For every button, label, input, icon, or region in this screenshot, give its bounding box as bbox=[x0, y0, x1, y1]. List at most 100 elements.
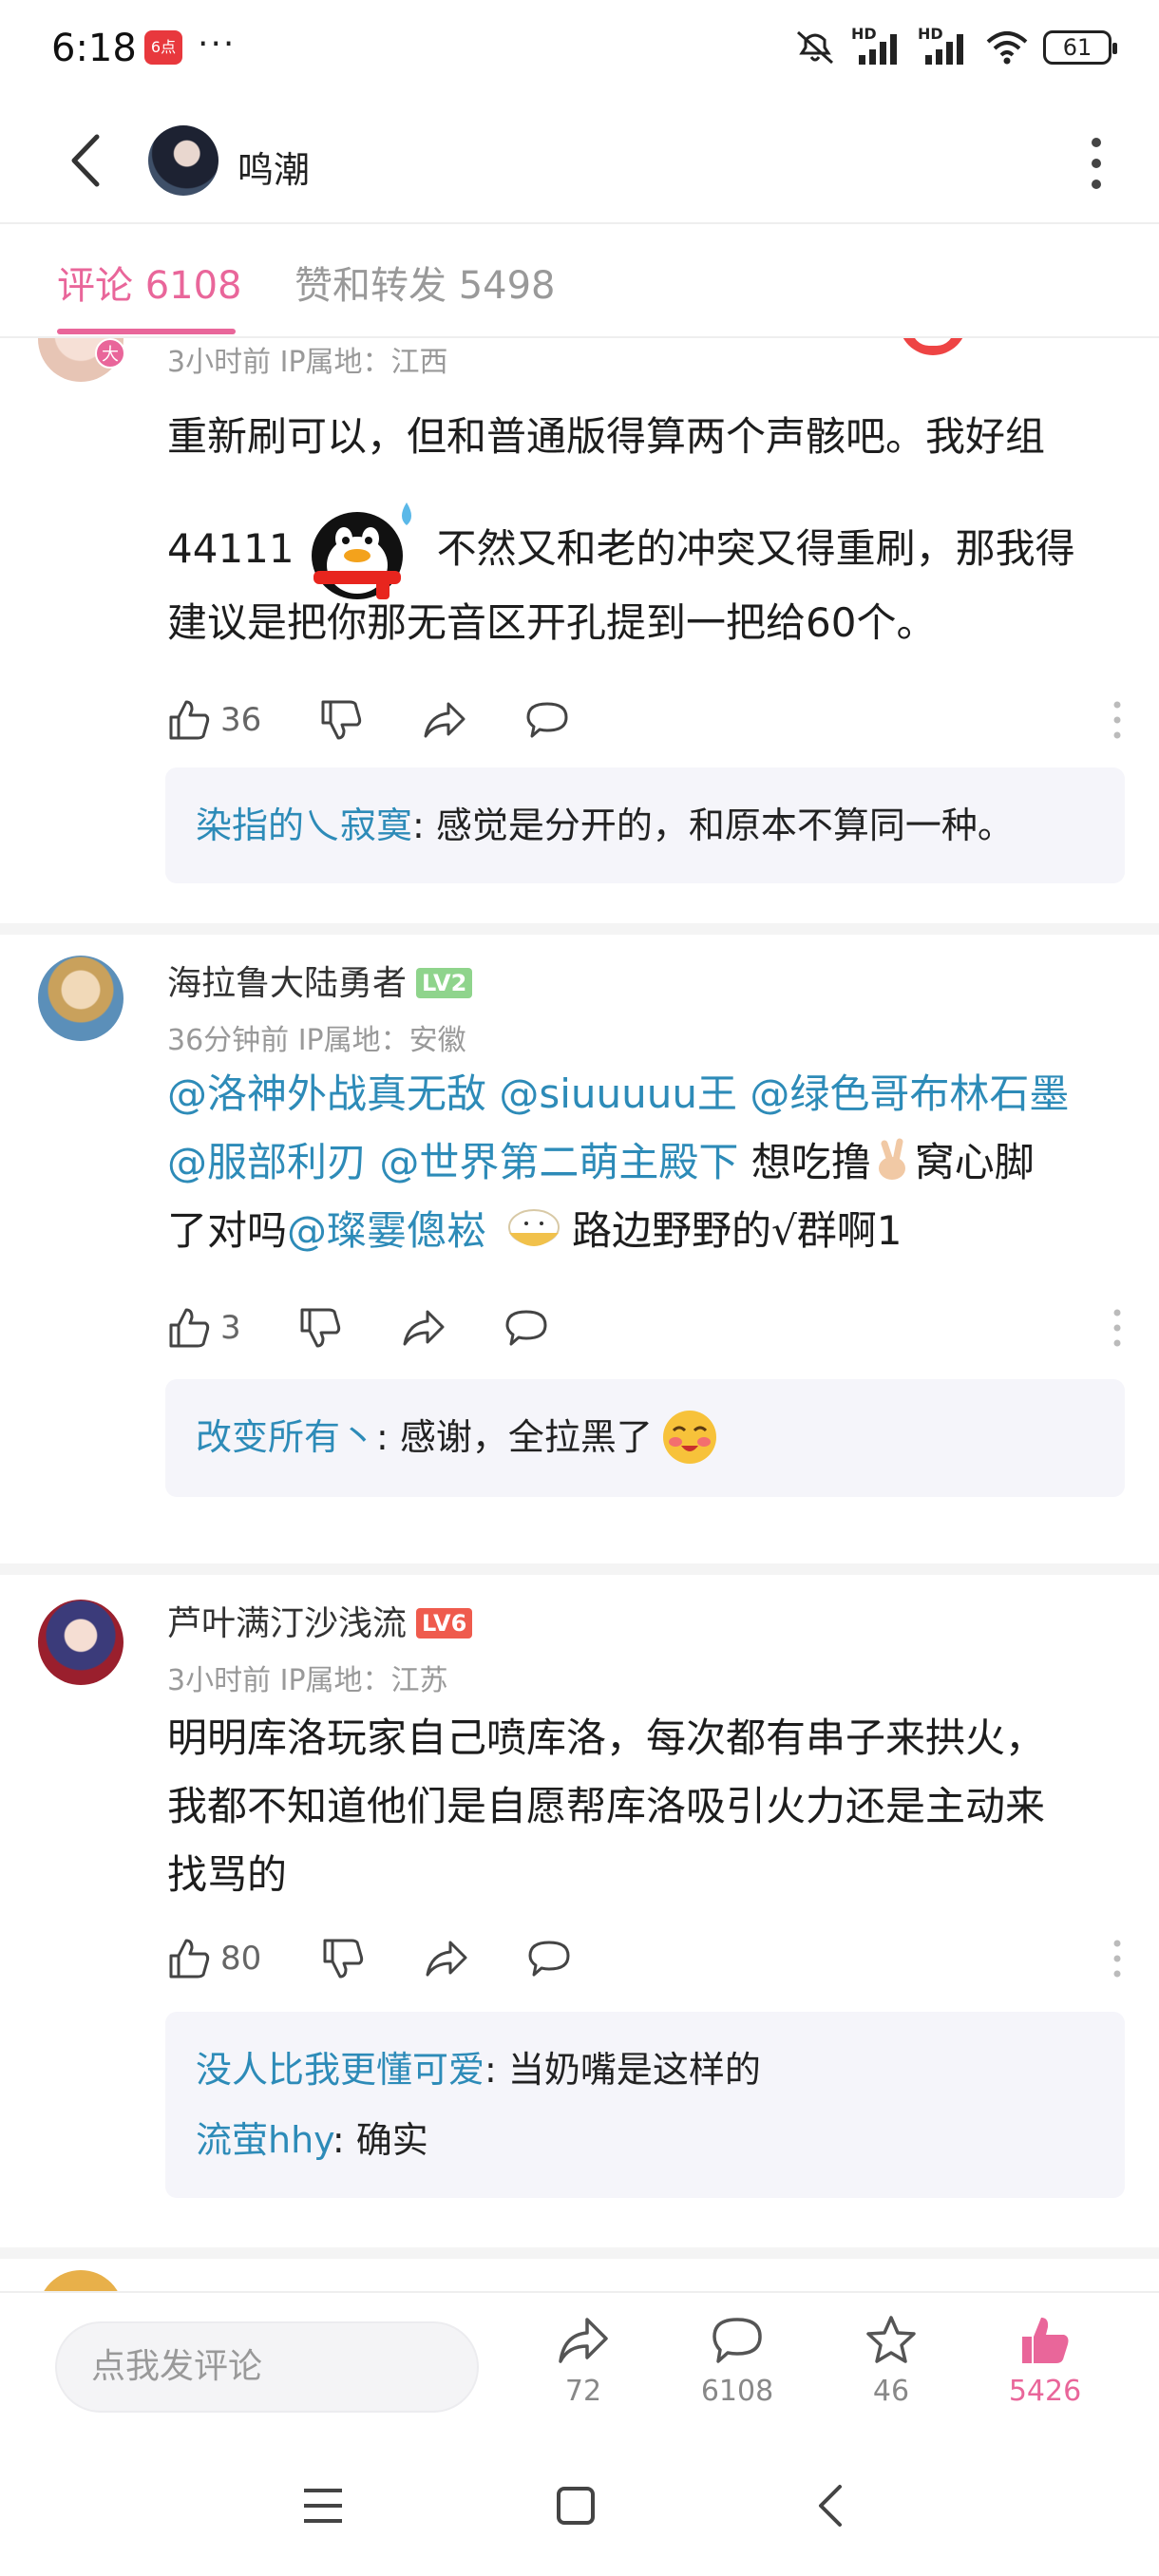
reply-button[interactable] bbox=[524, 691, 570, 748]
reply-button[interactable] bbox=[504, 1299, 549, 1356]
author-avatar[interactable] bbox=[148, 125, 218, 196]
dislike-button[interactable] bbox=[319, 691, 363, 748]
thumbs-up-icon bbox=[169, 700, 210, 740]
share-button[interactable] bbox=[422, 691, 467, 748]
bottom-action-bar: 点我发评论 72 6108 46 5426 bbox=[0, 2291, 1159, 2439]
share-count: 72 bbox=[564, 2375, 602, 2408]
star-icon bbox=[866, 2316, 916, 2363]
favorite-button[interactable]: 46 bbox=[834, 2314, 948, 2408]
back-arrow-icon[interactable] bbox=[59, 127, 116, 194]
comment-actions: 36 bbox=[167, 691, 1127, 748]
reply-item: 流萤hhy: 确实 bbox=[196, 2105, 1094, 2175]
chat-bubble-icon bbox=[526, 702, 568, 738]
like-button[interactable]: 3 bbox=[167, 1299, 241, 1356]
comment-divider bbox=[0, 2247, 1159, 2259]
reply-author[interactable]: 改变所有丶 bbox=[196, 1402, 376, 1472]
comment-actions: 3 bbox=[167, 1299, 1127, 1356]
thumbs-up-icon bbox=[169, 1308, 210, 1348]
comment-meta: 3小时前 IP属地：江西 bbox=[167, 346, 448, 379]
comment-item: 芦叶满汀沙浅流 LV6 3小时前 IP属地：江苏 明明库洛玩家自己喷库洛，每次都有… bbox=[0, 1575, 1159, 2259]
thumbs-up-filled-icon bbox=[1022, 2318, 1069, 2363]
reply-text: : 当奶嘴是这样的 bbox=[484, 2049, 761, 2091]
favorite-count: 46 bbox=[872, 2375, 910, 2408]
comment-text: 明明库洛玩家自己喷库洛，每次都有串子来拱火， 我都不知道他们是自愿帮库洛吸引火力… bbox=[167, 1714, 1046, 1898]
mention-link[interactable]: @服部利刃 bbox=[167, 1139, 367, 1185]
like-button[interactable]: 5426 bbox=[988, 2314, 1102, 2408]
commenter-name[interactable]: 海拉鲁大陆勇者 LV2 bbox=[167, 956, 473, 1005]
mention-link[interactable]: @绿色哥布林石墨 bbox=[750, 1070, 1069, 1117]
more-vertical-icon[interactable] bbox=[1077, 133, 1115, 194]
like-count: 80 bbox=[220, 1940, 262, 1978]
comment-divider bbox=[0, 1563, 1159, 1575]
reply-item: 没人比我更懂可爱: 当奶嘴是这样的 bbox=[196, 2035, 1094, 2105]
mention-link[interactable]: @siuuuuu王 bbox=[499, 1070, 737, 1117]
reply-preview[interactable]: 染指的乀寂寞: 感觉是分开的，和原本不算同一种。 bbox=[165, 767, 1125, 883]
mention-link[interactable]: @世界第二萌主殿下 bbox=[379, 1139, 738, 1185]
signal-icon-1: HD bbox=[851, 25, 904, 66]
comment-meta: 3小时前 IP属地：江苏 bbox=[167, 1664, 448, 1697]
dislike-button[interactable] bbox=[298, 1299, 342, 1356]
comment-item: 大 3小时前 IP属地：江西 重新刷可以，但和普通版得算两个声骸吧。我好组 44… bbox=[0, 338, 1159, 927]
system-nav-bar bbox=[0, 2439, 1159, 2576]
reply-author[interactable]: 没人比我更懂可爱 bbox=[196, 2049, 484, 2091]
share-button[interactable] bbox=[424, 1930, 469, 1987]
comment-count: 6108 bbox=[700, 2375, 774, 2408]
mention-link[interactable]: @洛神外战真无敌 bbox=[167, 1070, 486, 1117]
reply-text: : 确实 bbox=[332, 2119, 428, 2161]
top-header: 鸣潮 bbox=[0, 99, 1159, 224]
victory-hand-emoji-icon bbox=[871, 1134, 915, 1180]
reply-text: : 感谢，全拉黑了 bbox=[376, 1416, 653, 1458]
comment-more-icon[interactable] bbox=[1108, 1307, 1127, 1349]
reply-author[interactable]: 流萤hhy bbox=[196, 2119, 332, 2161]
next-commenter-avatar[interactable] bbox=[38, 2270, 124, 2291]
comment-more-icon[interactable] bbox=[1108, 1938, 1127, 1979]
wifi-icon bbox=[986, 31, 1028, 65]
mute-icon bbox=[797, 30, 833, 65]
signal-icon-2: HD bbox=[918, 25, 971, 66]
thumbs-down-icon bbox=[300, 1308, 341, 1348]
tab-comments[interactable]: 评论 6108 bbox=[57, 255, 242, 310]
recent-apps-icon[interactable] bbox=[294, 2477, 352, 2534]
like-count: 3 bbox=[220, 1309, 241, 1347]
share-button[interactable] bbox=[401, 1299, 446, 1356]
status-time: 6:18 bbox=[51, 27, 137, 70]
like-button[interactable]: 80 bbox=[167, 1930, 261, 1987]
level-badge: LV2 bbox=[416, 968, 473, 998]
tab-bar: 评论 6108 赞和转发 5498 bbox=[0, 226, 1159, 338]
vip-badge-icon: 大 bbox=[95, 338, 125, 369]
rice-bowl-emoji-icon bbox=[508, 1209, 560, 1246]
reply-preview[interactable]: 改变所有丶: 感谢，全拉黑了 bbox=[165, 1379, 1125, 1497]
share-arrow-icon bbox=[424, 702, 466, 738]
reply-button[interactable] bbox=[526, 1930, 572, 1987]
commenter-name[interactable]: 芦叶满汀沙浅流 LV6 bbox=[167, 1596, 473, 1645]
comment-input[interactable]: 点我发评论 bbox=[55, 2321, 479, 2413]
reply-author[interactable]: 染指的乀寂寞 bbox=[196, 805, 412, 846]
comment-item: 海拉鲁大陆勇者 LV2 36分钟前 IP属地：安徽 @洛神外战真无敌 @siuuu… bbox=[0, 935, 1159, 1560]
dislike-button[interactable] bbox=[321, 1930, 365, 1987]
tab-likes-reposts[interactable]: 赞和转发 5498 bbox=[294, 255, 556, 310]
reply-item: 改变所有丶: 感谢，全拉黑了 bbox=[196, 1402, 1094, 1472]
commenter-avatar[interactable] bbox=[38, 956, 124, 1041]
share-button[interactable]: 72 bbox=[526, 2314, 640, 2408]
decoration-sticker-icon bbox=[899, 338, 967, 355]
comment-button[interactable]: 6108 bbox=[680, 2314, 794, 2408]
comment-more-icon[interactable] bbox=[1108, 699, 1127, 741]
level-badge: LV6 bbox=[416, 1608, 473, 1638]
reply-preview[interactable]: 没人比我更懂可爱: 当奶嘴是这样的 流萤hhy: 确实 bbox=[165, 2012, 1125, 2198]
home-square-icon[interactable] bbox=[547, 2477, 604, 2534]
mention-link[interactable]: @璨霎傯崧 bbox=[287, 1197, 486, 1265]
comment-list[interactable]: 大 3小时前 IP属地：江西 重新刷可以，但和普通版得算两个声骸吧。我好组 44… bbox=[0, 338, 1159, 2291]
commenter-avatar[interactable] bbox=[38, 1600, 124, 1685]
like-button[interactable]: 36 bbox=[167, 691, 261, 748]
status-bar: 6:18 6点 ··· HD HD 61 bbox=[0, 0, 1159, 99]
comment-divider bbox=[0, 923, 1159, 935]
more-notifications-icon: ··· bbox=[198, 25, 237, 64]
share-arrow-icon bbox=[403, 1310, 445, 1346]
reply-item: 染指的乀寂寞: 感觉是分开的，和原本不算同一种。 bbox=[196, 790, 1094, 861]
thumbs-up-icon bbox=[169, 1939, 210, 1979]
author-name[interactable]: 鸣潮 bbox=[238, 141, 310, 193]
system-back-icon[interactable] bbox=[804, 2477, 861, 2534]
battery-icon: 61 bbox=[1043, 30, 1117, 65]
share-arrow-icon bbox=[559, 2318, 608, 2363]
like-count: 36 bbox=[220, 701, 262, 739]
